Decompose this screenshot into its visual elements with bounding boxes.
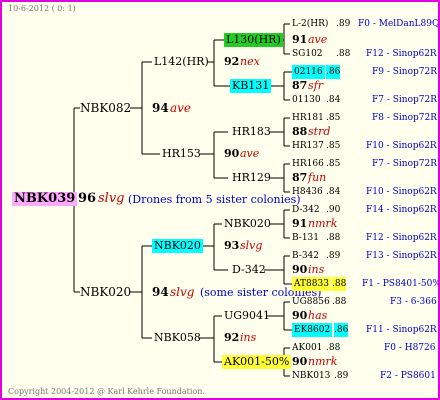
- gen3-name: NBK020: [224, 217, 271, 230]
- gen3-name: UG9041: [224, 309, 271, 322]
- gen2-name: HR153: [162, 147, 201, 160]
- gen4-score: .84: [326, 187, 341, 197]
- gen4-score: .86: [334, 323, 349, 337]
- gen4-name: AK001: [292, 343, 323, 353]
- gen4-score: .85: [326, 113, 341, 123]
- gen4-name: NBK013: [292, 371, 331, 381]
- gen4-ref: F10 - Sinop62R: [366, 141, 437, 151]
- gen3-score: 88: [292, 125, 308, 138]
- gen4-name: UG8856: [292, 297, 330, 307]
- gen2-score: 92: [224, 331, 240, 344]
- gen4-ref: F9 - Sinop72R: [372, 67, 437, 77]
- gen2-score: 92: [224, 55, 240, 68]
- gen3-score: 91: [292, 33, 308, 46]
- gen3-score: 91: [292, 217, 308, 230]
- gen4-score: .88: [332, 297, 347, 307]
- gen3-code: ave: [308, 33, 328, 46]
- root-code: slvg: [98, 191, 125, 206]
- gen4-ref: F11 - Sinop62R: [366, 325, 437, 335]
- gen4-score: .88: [326, 233, 341, 243]
- gen4-name: HR137: [292, 141, 324, 151]
- gen4-score: .90: [326, 205, 341, 215]
- gen4-ref: F0 - MelDanL89Q: [358, 19, 440, 29]
- gen3-code: strd: [308, 125, 331, 138]
- gen3-name: D-342: [232, 263, 266, 276]
- copyright-footer: Copyright 2004-2012 @ Karl Kehrle Founda…: [8, 387, 205, 396]
- gen4-name: 01130: [292, 95, 321, 105]
- gen4-name: H8436: [292, 187, 323, 197]
- gen4-name: SG102: [292, 49, 323, 59]
- gen2-code: nex: [240, 55, 260, 68]
- gen2-code: ave: [240, 147, 260, 160]
- gen4-ref: F12 - Sinop62R: [366, 233, 437, 243]
- gen4-ref: F2 - PS8601: [380, 371, 436, 381]
- gen4-score: .89: [336, 19, 351, 29]
- gen4-name: EK8602: [292, 323, 333, 337]
- gen3-name: HR129: [232, 171, 271, 184]
- gen4-score: .85: [326, 159, 341, 169]
- gen1-code: slvg: [170, 285, 195, 299]
- gen4-name: B-342: [292, 251, 319, 261]
- gen3-code: fun: [308, 171, 327, 184]
- gen4-name: B-131: [292, 233, 319, 243]
- gen4-ref: F12 - Sinop62R: [366, 49, 437, 59]
- gen4-score: .84: [326, 95, 341, 105]
- root-score: 96: [78, 191, 97, 206]
- gen3-name: KB131: [230, 79, 272, 93]
- gen4-score: .89: [334, 371, 349, 381]
- gen4-score: .88: [332, 277, 347, 291]
- gen4-ref: F10 - Sinop62R: [366, 187, 437, 197]
- gen4-ref: F13 - Sinop62R: [366, 251, 437, 261]
- gen2-code: ins: [240, 331, 257, 344]
- gen2-code: slvg: [240, 239, 263, 252]
- gen2-name: NBK058: [154, 331, 201, 344]
- gen4-score: .89: [326, 251, 341, 261]
- gen4-ref: F3 - 6-366: [390, 297, 437, 307]
- gen3-name: L130(HR): [224, 33, 283, 47]
- gen4-ref: F8 - Sinop72R: [372, 113, 437, 123]
- gen3-score: 90: [292, 355, 308, 368]
- gen3-name: AK001-50%: [222, 355, 292, 369]
- gen3-code: nmrk: [308, 355, 338, 368]
- gen4-ref: F14 - Sinop62R: [366, 205, 437, 215]
- gen4-name: 02116: [292, 65, 325, 79]
- date-stamp: 10-6-2012 ( 0: 1): [8, 4, 76, 13]
- gen2-score: 90: [224, 147, 240, 160]
- gen1-score: 94: [152, 285, 169, 299]
- gen3-score: 90: [292, 263, 308, 276]
- gen4-name: HR181: [292, 113, 324, 123]
- gen2-name: L142(HR): [154, 55, 209, 68]
- gen1-name: NBK082: [80, 101, 132, 115]
- gen2-score: 93: [224, 239, 240, 252]
- gen3-code: has: [308, 309, 328, 322]
- gen4-ref: F0 - H8726: [384, 343, 436, 353]
- gen4-name: L-2(HR): [292, 19, 329, 29]
- gen4-score: .88: [336, 49, 351, 59]
- gen4-name: AT8833: [292, 277, 331, 291]
- gen4-ref: F7 - Sinop72R: [372, 95, 437, 105]
- gen3-name: HR183: [232, 125, 271, 138]
- gen4-name: D-342: [292, 205, 320, 215]
- pedigree-frame: 10-6-2012 ( 0: 1) NBK039 96 slvg (Drones…: [0, 0, 440, 400]
- gen2-name: NBK020: [152, 239, 203, 253]
- gen4-ref: F1 - PS8401-50%: [362, 279, 440, 289]
- gen4-ref: F7 - Sinop72R: [372, 159, 437, 169]
- gen3-score: 90: [292, 309, 308, 322]
- gen3-code: ins: [308, 263, 325, 276]
- gen1-code: ave: [170, 101, 192, 115]
- gen4-score: .88: [326, 343, 341, 353]
- gen4-name: HR166: [292, 159, 324, 169]
- root-note: (Drones from 5 sister colonies): [128, 193, 301, 206]
- gen3-code: sfr: [308, 79, 323, 92]
- gen3-score: 87: [292, 171, 308, 184]
- gen4-score: .85: [326, 141, 341, 151]
- gen4-score: .86: [326, 65, 341, 79]
- gen1-score: 94: [152, 101, 169, 115]
- root-name: NBK039: [12, 191, 78, 206]
- gen1-name: NBK020: [80, 285, 132, 299]
- gen3-score: 87: [292, 79, 308, 92]
- gen3-code: nmrk: [308, 217, 338, 230]
